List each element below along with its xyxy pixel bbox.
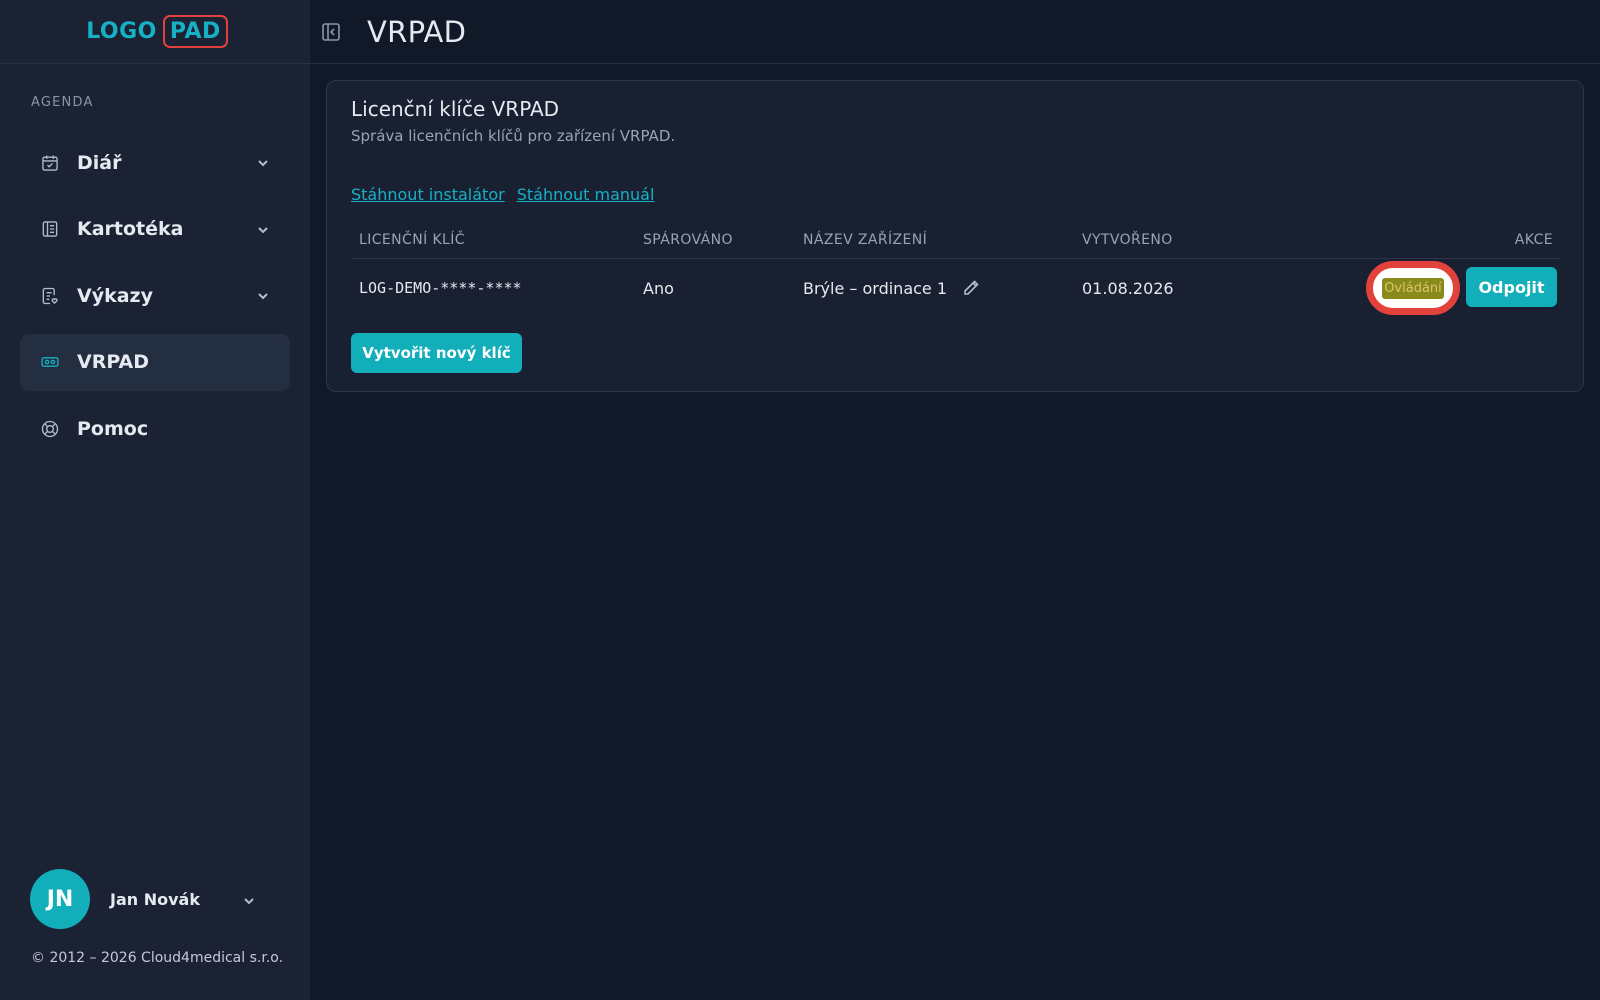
calendar-check-icon [40, 153, 60, 173]
top-header: VRPAD [310, 0, 1600, 64]
sidebar-item-vrpad[interactable]: VRPAD [20, 333, 290, 391]
paired-value: Ano [643, 279, 674, 298]
table-row: LOG-DEMO-****-**** Ano Brýle – ordinace … [351, 259, 1561, 317]
device-name-value: Brýle – ordinace 1 [803, 279, 948, 298]
report-icon [40, 286, 60, 306]
column-header-key: LICENČNÍ KLÍČ [359, 232, 465, 248]
sidebar-item-label: Výkazy [77, 284, 153, 307]
sidebar-collapse-button[interactable] [320, 21, 342, 43]
section-label: AGENDA [31, 95, 94, 110]
chevron-down-icon [256, 222, 270, 236]
download-installer-link[interactable]: Stáhnout instalátor [351, 185, 505, 204]
vr-headset-icon [40, 352, 60, 372]
download-manual-link[interactable]: Stáhnout manuál [517, 185, 655, 204]
sidebar-item-kartoteka[interactable]: Kartotéka [20, 201, 290, 258]
chevron-down-icon [256, 288, 270, 302]
control-button-label: Ovládání [1382, 277, 1444, 299]
sidebar: LOGO PAD AGENDA Diář Kartotéka Výkazy VR… [0, 0, 310, 1000]
sidebar-item-diar[interactable]: Diář [20, 134, 290, 191]
column-header-created: VYTVOŘENO [1082, 232, 1173, 248]
logo-text-right: PAD [162, 15, 228, 48]
user-name: Jan Novák [110, 889, 200, 909]
avatar: JN [30, 869, 90, 929]
sidebar-item-pomoc[interactable]: Pomoc [20, 400, 290, 457]
sidebar-item-label: Pomoc [77, 417, 149, 440]
sidebar-collapse-icon [322, 22, 340, 41]
download-links: Stáhnout instalátor Stáhnout manuál [351, 185, 654, 204]
column-header-actions: AKCE [1514, 232, 1553, 248]
logo-text-left: LOGO [86, 19, 157, 44]
create-key-button[interactable]: Vytvořit nový klíč [351, 333, 522, 373]
disconnect-button[interactable]: Odpojit [1466, 267, 1557, 307]
chevron-down-icon [242, 893, 256, 912]
table-header: LICENČNÍ KLÍČ SPÁROVÁNO NÁZEV ZAŘÍZENÍ V… [351, 217, 1561, 259]
column-header-device: NÁZEV ZAŘÍZENÍ [803, 232, 928, 248]
column-header-paired: SPÁROVÁNO [643, 232, 733, 248]
page-title: VRPAD [367, 14, 467, 49]
license-keys-card: Licenční klíče VRPAD Správa licenčních k… [326, 80, 1584, 392]
device-name-cell: Brýle – ordinace 1 [803, 279, 980, 298]
logo-area: LOGO PAD [0, 0, 310, 64]
license-key-value: LOG-DEMO-****-**** [359, 279, 522, 297]
card-title: Licenční klíče VRPAD [351, 97, 560, 121]
license-keys-table: LICENČNÍ KLÍČ SPÁROVÁNO NÁZEV ZAŘÍZENÍ V… [351, 217, 1561, 317]
pencil-icon[interactable] [962, 279, 980, 297]
lifebuoy-icon [40, 419, 60, 439]
copyright: © 2012 – 2026 Cloud4medical s.r.o. [31, 950, 284, 966]
sidebar-item-label: VRPAD [77, 351, 149, 373]
control-button[interactable]: Ovládání [1366, 261, 1460, 315]
sidebar-nav: Diář Kartotéka Výkazy VRPAD Pomoc [20, 134, 290, 467]
file-cabinet-icon [40, 219, 60, 239]
user-menu[interactable]: JN Jan Novák [30, 869, 270, 929]
logo[interactable]: LOGO PAD [86, 15, 228, 48]
sidebar-item-vykazy[interactable]: Výkazy [20, 267, 290, 324]
chevron-down-icon [256, 155, 270, 169]
card-subtitle: Správa licenčních klíčů pro zařízení VRP… [351, 127, 676, 145]
sidebar-item-label: Kartotéka [77, 218, 184, 240]
created-value: 01.08.2026 [1082, 279, 1174, 298]
sidebar-item-label: Diář [77, 151, 122, 174]
